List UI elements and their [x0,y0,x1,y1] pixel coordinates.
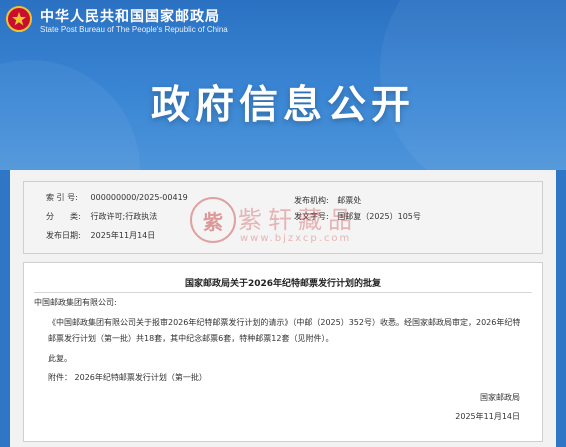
org-name-en: State Post Bureau of The People's Republ… [40,25,228,34]
meta-index-label: 索 引 号: [46,193,78,202]
banner-title: 政府信息公开 [150,83,415,128]
meta-index-row: 索 引 号: 000000000/2025-00419 [46,192,188,203]
document-signature: 国家邮政局 [480,393,520,402]
meta-category-value: 行政许可;行政执法 [90,212,158,221]
watermark-brand: 紫轩藏品 [238,206,358,234]
title-divider [34,292,532,293]
org-name-cn[interactable]: 中华人民共和国国家邮政局 [40,6,220,26]
document-addressee: 中国邮政集团有限公司: [34,298,117,307]
watermark-seal-icon: 紫 [190,197,236,243]
watermark-url: www.bjzxcp.com [240,233,352,244]
site-header: 中华人民共和国国家邮政局 State Post Bureau of The Pe… [0,0,566,170]
meta-category-row: 分 类: 行政许可;行政执法 [46,211,157,222]
document-body-box: 国家邮政局关于2026年纪特邮票发行计划的批复 中国邮政集团有限公司: 《中国邮… [23,262,543,442]
document-body-line-2: 邮票发行计划（第一批）共18套，其中纪念邮票6套，特种邮票12套（见附件）。 [48,334,334,343]
meta-category-label: 分 类: [46,212,81,221]
document-reply: 此复。 [48,354,72,363]
document-attachment-link[interactable]: 附件： 2026年纪特邮票发行计划（第一批） [48,371,207,385]
meta-date-row: 发布日期: 2025年11月14日 [46,230,155,241]
national-emblem-icon[interactable] [6,6,32,32]
meta-date-label: 发布日期: [46,231,81,240]
meta-index-value: 000000000/2025-00419 [90,193,188,202]
document-body-line-1: 《中国邮政集团有限公司关于报审2026年纪特邮票发行计划的请示》（中邮（2025… [48,318,521,327]
meta-date-value: 2025年11月14日 [90,231,156,240]
document-sign-date: 2025年11月14日 [455,412,520,421]
document-title: 国家邮政局关于2026年纪特邮票发行计划的批复 [184,279,382,289]
